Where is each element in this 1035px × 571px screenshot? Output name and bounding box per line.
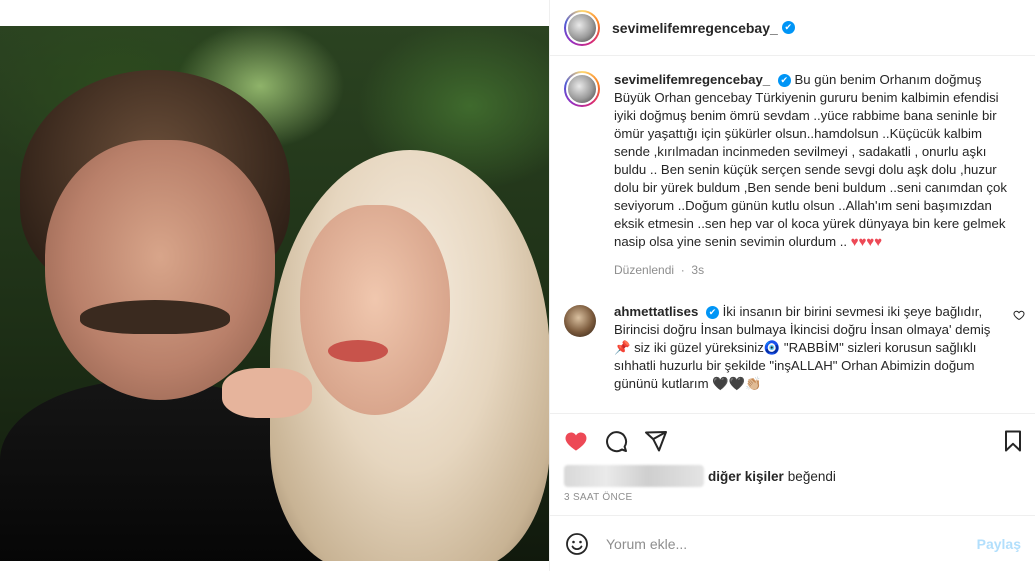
caption-text: Bu gün benim Orhanım doğmuş Büyük Orhan … (614, 72, 1007, 249)
commenter-avatar[interactable] (564, 305, 596, 337)
caption-username[interactable]: sevimelifemregencebay_ (614, 72, 770, 87)
blurred-liker-names (564, 465, 704, 487)
likes-liked-label: beğendi (787, 468, 836, 484)
photo-woman-lips (328, 340, 388, 362)
comment-body: ahmettatlises ✔ İki insanın bir birini s… (614, 303, 1004, 393)
comments-list[interactable]: sevimelifemregencebay_ ✔ Bu gün benim Or… (550, 57, 1035, 412)
caption-meta: Düzenlendi · 3s (614, 261, 1014, 279)
commenter-username[interactable]: ahmettatlises (614, 304, 698, 319)
post-timestamp[interactable]: 3 SAAT ÖNCE (550, 488, 1035, 503)
meta-separator: · (677, 263, 689, 277)
comment-input[interactable] (606, 535, 977, 552)
bookmark-icon[interactable] (1001, 429, 1025, 453)
action-bar (550, 414, 1035, 458)
caption-age[interactable]: 3s (691, 263, 704, 277)
share-icon[interactable] (644, 429, 668, 453)
caption-body: sevimelifemregencebay_ ✔ Bu gün benim Or… (614, 71, 1014, 279)
photo-man-face (45, 140, 275, 400)
heart-icon[interactable] (564, 429, 588, 453)
comment-item: ahmettatlises ✔ İki insanın bir birini s… (564, 303, 1025, 393)
author-avatar-ring[interactable] (564, 9, 600, 46)
post-comment-button[interactable]: Paylaş (977, 536, 1021, 552)
author-avatar[interactable] (566, 11, 598, 44)
post-actions-area: diğer kişiler beğendi 3 SAAT ÖNCE (550, 413, 1035, 503)
photo-hand (222, 368, 312, 418)
photo-bottom-band (0, 561, 549, 571)
photo-woman-face (300, 205, 450, 415)
comment-icon[interactable] (604, 429, 628, 453)
likes-others[interactable]: diğer kişiler (708, 469, 784, 484)
comment-like-icon[interactable] (1013, 309, 1025, 324)
emoji-icon[interactable] (564, 531, 590, 557)
author-username[interactable]: sevimelifemregencebay_ (612, 20, 778, 36)
caption: sevimelifemregencebay_ ✔ Bu gün benim Or… (564, 71, 1019, 279)
post-side-panel: sevimelifemregencebay_ ✔ sevimelifemrege… (549, 0, 1035, 571)
hearts-emoji: ♥♥♥♥ (850, 234, 883, 249)
likes-row: diğer kişiler beğendi (550, 458, 1035, 488)
caption-avatar-ring[interactable] (564, 71, 600, 107)
verified-icon: ✔ (705, 306, 719, 320)
verified-icon: ✔ (781, 21, 795, 34)
post-header: sevimelifemregencebay_ ✔ (550, 0, 1035, 56)
photo-top-band (0, 0, 549, 26)
add-comment-bar: Paylaş (550, 515, 1035, 571)
verified-icon: ✔ (777, 74, 791, 88)
post-photo[interactable] (0, 0, 549, 571)
edited-label: Düzenlendi (614, 263, 675, 277)
caption-avatar[interactable] (566, 73, 598, 105)
photo-man-mustache (80, 300, 230, 334)
